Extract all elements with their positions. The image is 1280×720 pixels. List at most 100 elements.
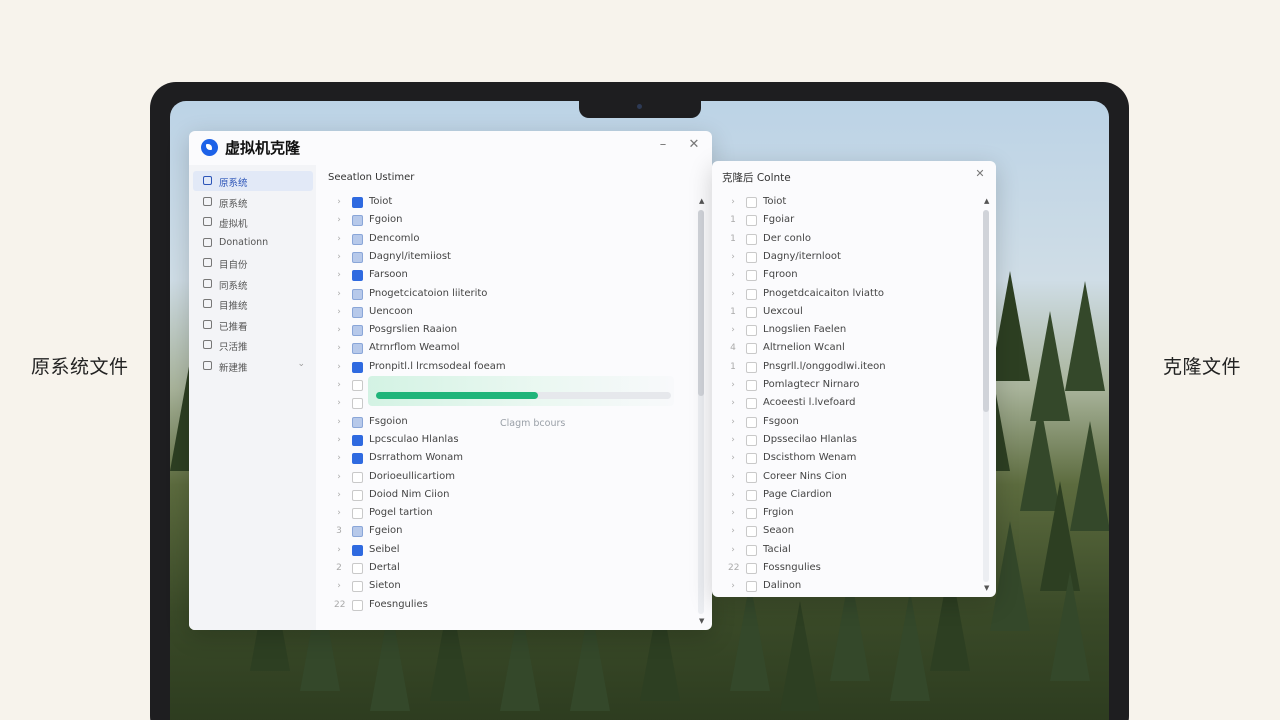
file-checkbox[interactable] bbox=[746, 434, 757, 446]
expand-chevron-icon[interactable]: › bbox=[728, 325, 738, 335]
file-checkbox[interactable] bbox=[746, 325, 757, 337]
expand-chevron-icon[interactable]: › bbox=[334, 197, 344, 207]
file-checkbox[interactable] bbox=[352, 599, 363, 611]
file-row[interactable]: › Dsrrathom Wonam bbox=[334, 450, 674, 468]
file-checkbox[interactable] bbox=[746, 361, 757, 373]
expand-chevron-icon[interactable]: › bbox=[334, 417, 344, 427]
file-row[interactable]: 3 Fgeion bbox=[334, 523, 674, 541]
expand-chevron-icon[interactable]: 1 bbox=[728, 215, 738, 225]
file-row[interactable]: › Pnogetdcaicaiton lviatto bbox=[728, 286, 1068, 304]
file-row[interactable]: › Dagnyl/itemiiost bbox=[334, 249, 674, 267]
expand-chevron-icon[interactable]: › bbox=[334, 252, 344, 262]
file-checkbox[interactable] bbox=[352, 434, 363, 446]
file-checkbox[interactable] bbox=[352, 544, 363, 556]
file-row[interactable]: 1 Der conlo bbox=[728, 231, 1068, 249]
expand-chevron-icon[interactable]: › bbox=[728, 270, 738, 280]
chevron-down-icon[interactable]: ⌄ bbox=[297, 359, 305, 369]
sidebar-item-9[interactable]: 新建推 ⌄ bbox=[193, 356, 313, 376]
clone-close-button[interactable]: ✕ bbox=[972, 167, 988, 185]
file-row[interactable]: 1 Uexcoul bbox=[728, 304, 1068, 322]
file-checkbox[interactable] bbox=[352, 325, 363, 337]
file-checkbox[interactable] bbox=[746, 453, 757, 465]
file-row[interactable]: › Tacial bbox=[728, 542, 1068, 560]
expand-chevron-icon[interactable]: › bbox=[334, 453, 344, 463]
file-row[interactable]: › Sieton bbox=[334, 578, 674, 596]
file-row[interactable]: › Fgoion bbox=[334, 212, 674, 230]
file-checkbox[interactable] bbox=[352, 453, 363, 465]
expand-chevron-icon[interactable]: › bbox=[728, 581, 738, 591]
expand-chevron-icon[interactable]: 1 bbox=[728, 234, 738, 244]
file-checkbox[interactable] bbox=[352, 288, 363, 300]
file-checkbox[interactable] bbox=[352, 489, 363, 501]
file-checkbox[interactable] bbox=[746, 526, 757, 538]
expand-chevron-icon[interactable]: › bbox=[728, 417, 738, 427]
file-row[interactable]: › Acoeesti l.lvefoard bbox=[728, 395, 1068, 413]
file-checkbox[interactable] bbox=[746, 489, 757, 501]
file-row[interactable]: › Seaon bbox=[728, 523, 1068, 541]
expand-chevron-icon[interactable]: › bbox=[728, 453, 738, 463]
sidebar-item-4[interactable]: 目自份 bbox=[193, 253, 313, 273]
file-row[interactable]: › Frgion bbox=[728, 505, 1068, 523]
file-row[interactable]: › Dagny/iternloot bbox=[728, 249, 1068, 267]
file-checkbox[interactable] bbox=[746, 471, 757, 483]
expand-chevron-icon[interactable]: › bbox=[728, 197, 738, 207]
file-row[interactable]: › Pomlagtecr Nirnaro bbox=[728, 377, 1068, 395]
file-checkbox[interactable] bbox=[746, 270, 757, 282]
file-checkbox[interactable] bbox=[352, 251, 363, 263]
file-row[interactable]: 4 Altrnelion Wcanl bbox=[728, 340, 1068, 358]
file-row[interactable]: › Farsoon bbox=[334, 267, 674, 285]
file-row[interactable]: 1 Pnsgrll.l/onggodlwi.iteon bbox=[728, 359, 1068, 377]
file-row[interactable]: › Dencomlo bbox=[334, 231, 674, 249]
file-row[interactable]: › Fsgoon bbox=[728, 414, 1068, 432]
file-checkbox[interactable] bbox=[746, 508, 757, 520]
file-row[interactable]: 22 Fossngulies bbox=[728, 560, 1068, 578]
sidebar-item-5[interactable]: 同系统 bbox=[193, 274, 313, 294]
expand-chevron-icon[interactable]: › bbox=[334, 490, 344, 500]
file-checkbox[interactable] bbox=[352, 380, 363, 391]
expand-chevron-icon[interactable]: › bbox=[334, 508, 344, 518]
expand-chevron-icon[interactable]: › bbox=[334, 472, 344, 482]
expand-chevron-icon[interactable]: 22 bbox=[334, 600, 345, 610]
file-row[interactable]: › Page Ciardion bbox=[728, 487, 1068, 505]
file-row[interactable]: › Posgrslien Raaion bbox=[334, 322, 674, 340]
expand-chevron-icon[interactable]: 1 bbox=[728, 362, 738, 372]
file-checkbox[interactable] bbox=[746, 398, 757, 410]
file-checkbox[interactable] bbox=[746, 288, 757, 300]
sidebar-item-6[interactable]: 目推统 bbox=[193, 294, 313, 314]
file-checkbox[interactable] bbox=[352, 361, 363, 373]
clone-scroll-up-arrow-icon[interactable]: ▲ bbox=[984, 197, 989, 205]
file-row[interactable]: › Pnogetcicatoion liiterito bbox=[334, 286, 674, 304]
expand-chevron-icon[interactable]: 1 bbox=[728, 307, 738, 317]
file-row[interactable]: › Lpcsculao Hlanlas bbox=[334, 432, 674, 450]
file-checkbox[interactable] bbox=[746, 416, 757, 428]
file-checkbox[interactable] bbox=[352, 215, 363, 227]
file-row[interactable]: › Pronpitl.l lrcmsodeal foeam bbox=[334, 359, 674, 377]
file-row[interactable]: 22 Foesngulies bbox=[334, 597, 674, 615]
sidebar-item-0[interactable]: 原系统 bbox=[193, 171, 313, 191]
sidebar-item-7[interactable]: 已推看 bbox=[193, 315, 313, 335]
expand-chevron-icon[interactable]: › bbox=[334, 398, 344, 408]
sidebar-item-2[interactable]: 虚拟机 bbox=[193, 212, 313, 232]
file-row[interactable]: › Dorioeullicartiom bbox=[334, 469, 674, 487]
expand-chevron-icon[interactable]: › bbox=[334, 343, 344, 353]
expand-chevron-icon[interactable]: › bbox=[334, 581, 344, 591]
file-checkbox[interactable] bbox=[352, 343, 363, 355]
scroll-down-arrow-icon[interactable]: ▼ bbox=[699, 617, 704, 625]
clone-scroll-down-arrow-icon[interactable]: ▼ bbox=[984, 584, 989, 592]
scrollbar-thumb[interactable] bbox=[698, 210, 704, 396]
scroll-up-arrow-icon[interactable]: ▲ bbox=[699, 197, 704, 205]
sidebar-item-8[interactable]: 只活推 bbox=[193, 335, 313, 355]
file-row[interactable]: › Seibel bbox=[334, 542, 674, 560]
expand-chevron-icon[interactable]: › bbox=[728, 398, 738, 408]
close-button[interactable]: ✕ bbox=[686, 137, 702, 155]
sidebar-item-1[interactable]: 原系统 bbox=[193, 192, 313, 212]
file-checkbox[interactable] bbox=[352, 270, 363, 282]
file-checkbox[interactable] bbox=[746, 380, 757, 391]
file-checkbox[interactable] bbox=[746, 581, 757, 593]
expand-chevron-icon[interactable]: 3 bbox=[334, 526, 344, 536]
file-checkbox[interactable] bbox=[746, 233, 757, 245]
expand-chevron-icon[interactable]: › bbox=[334, 435, 344, 445]
file-checkbox[interactable] bbox=[746, 306, 757, 318]
file-checkbox[interactable] bbox=[746, 544, 757, 556]
file-checkbox[interactable] bbox=[352, 398, 363, 410]
